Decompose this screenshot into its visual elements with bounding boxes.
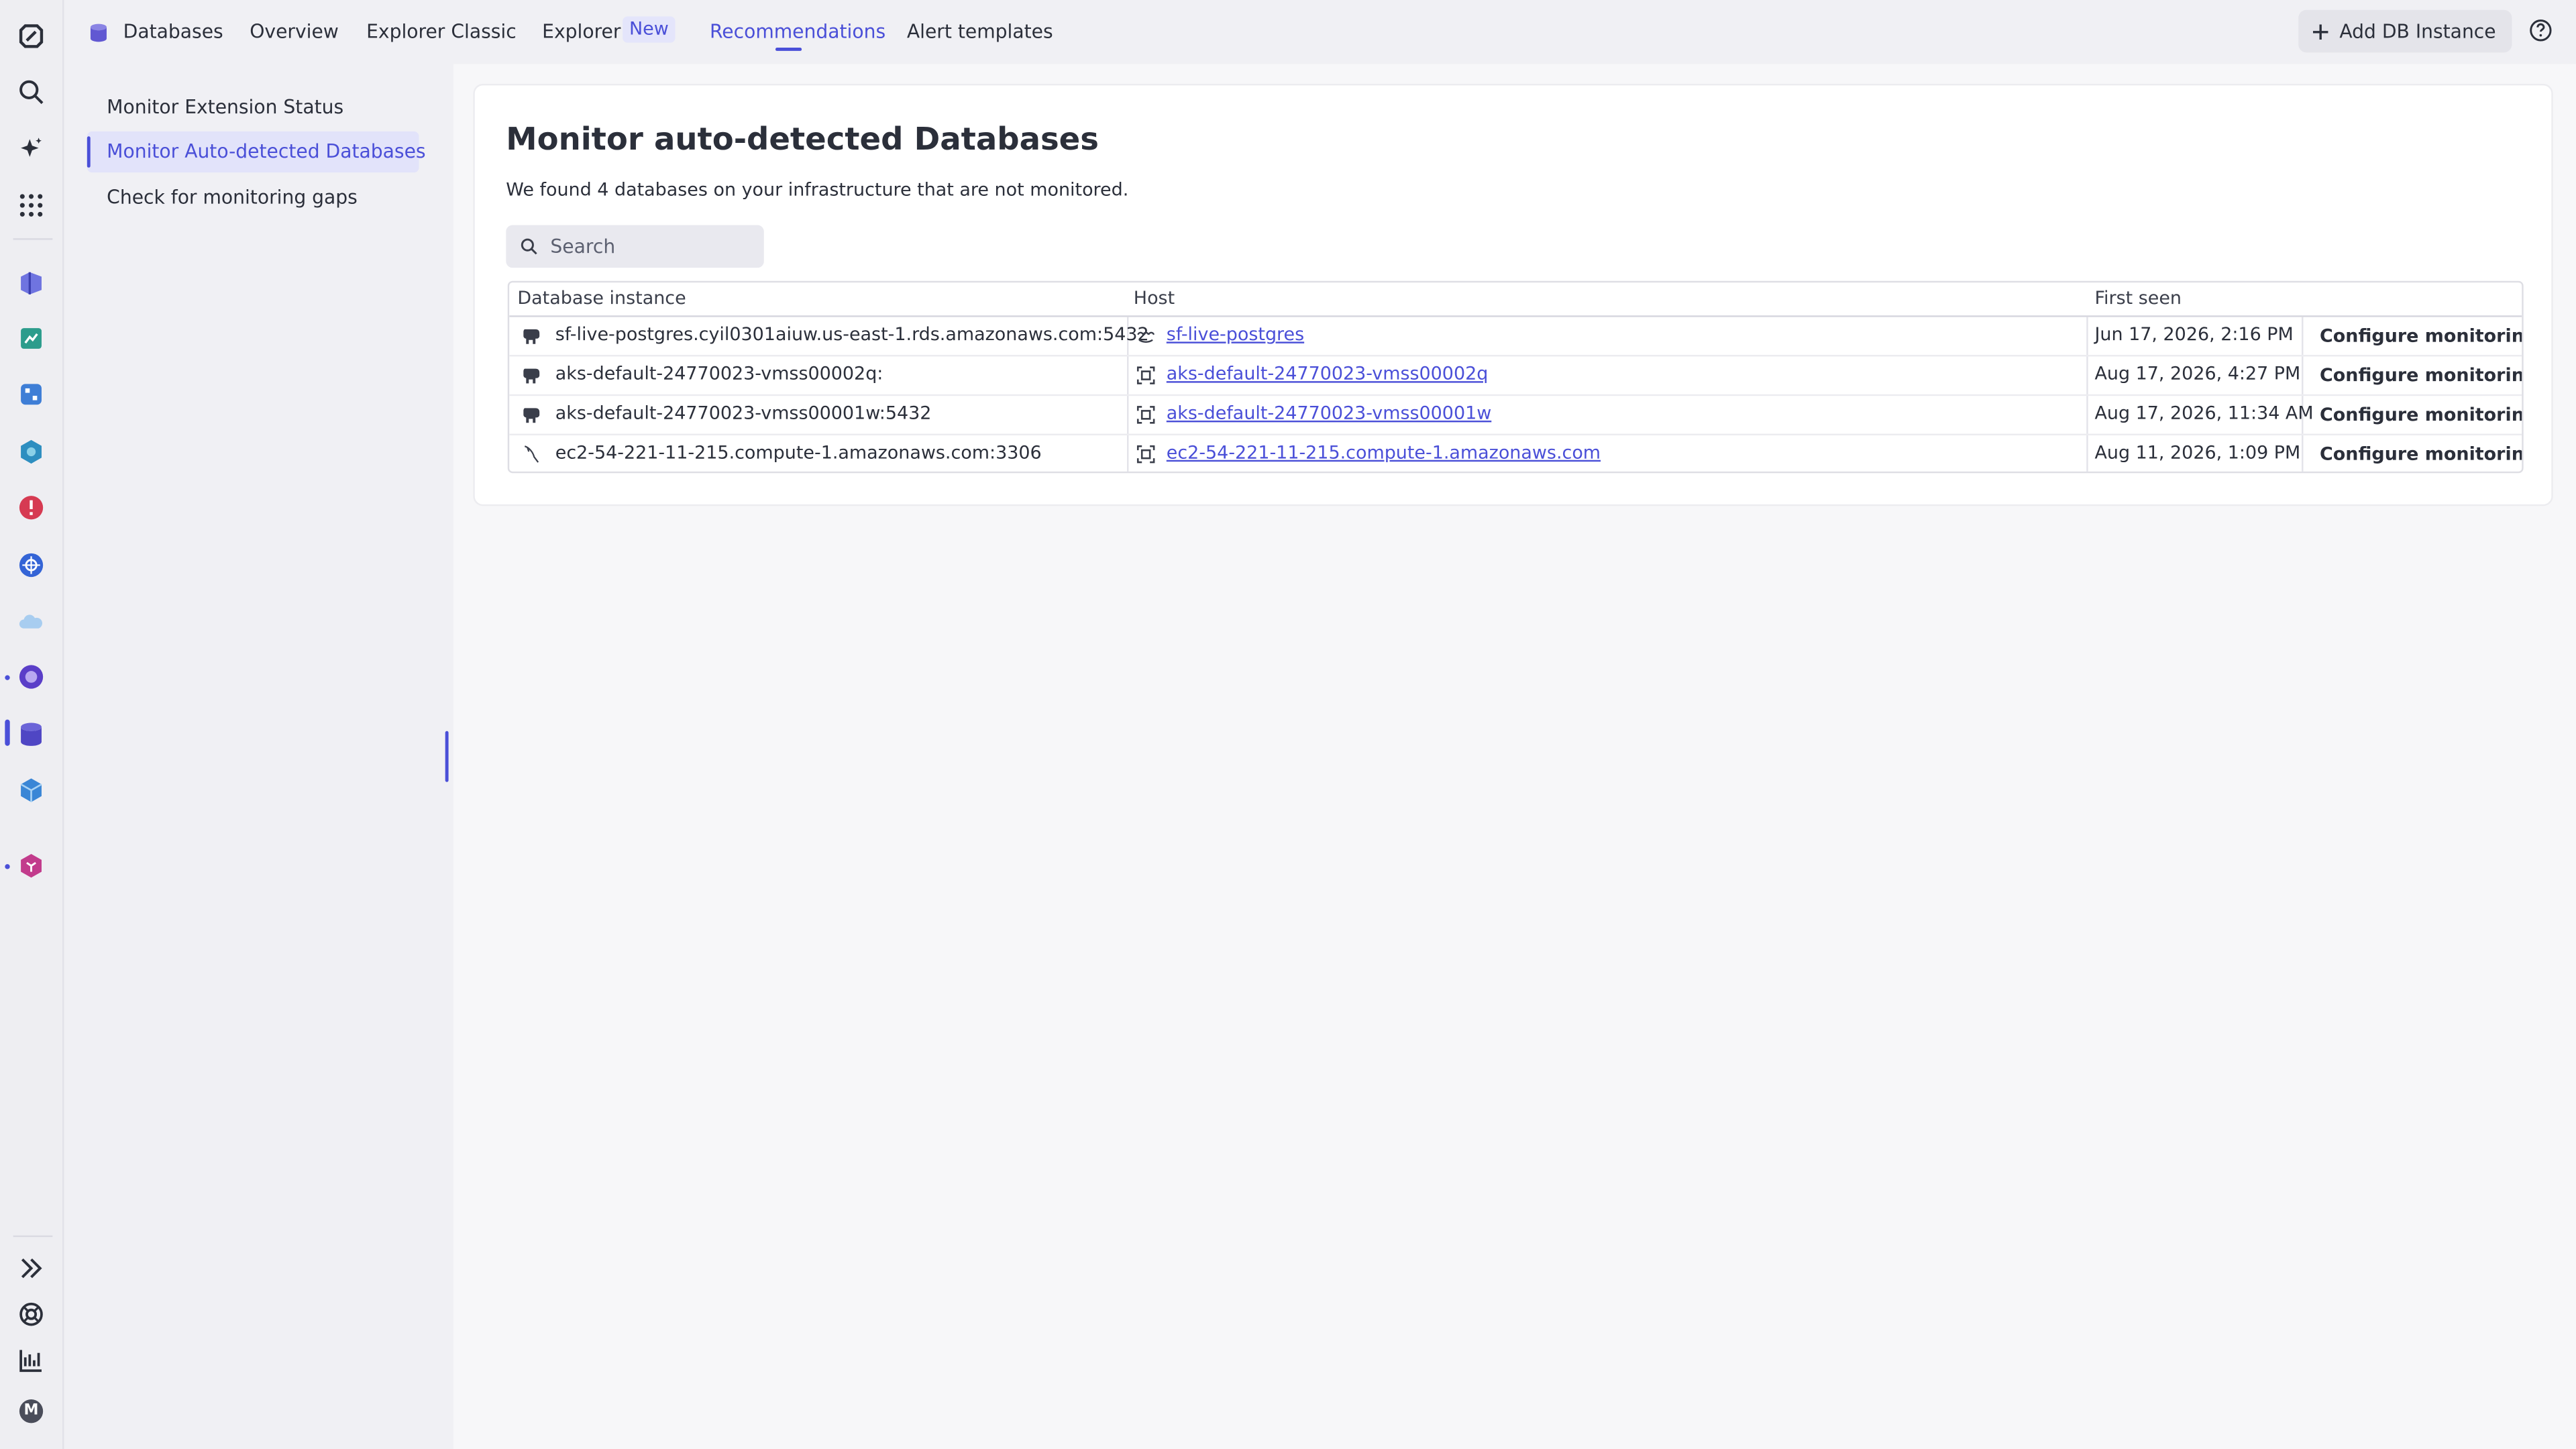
first-seen-date: Aug 17, 2026, 11:34 AM — [2094, 402, 2314, 424]
column-header-database-instance[interactable]: Database instance — [517, 288, 686, 309]
host-link[interactable]: ec2-54-221-11-215.compute-1.amazonaws.co… — [1167, 442, 1601, 464]
tab-overview[interactable]: Overview — [250, 19, 339, 42]
first-seen-date: Aug 11, 2026, 1:09 PM — [2094, 441, 2301, 464]
workflows-app-icon[interactable] — [13, 376, 50, 413]
search-icon — [521, 238, 537, 255]
configure-monitoring-button[interactable]: Configure monitoring — [2310, 322, 2522, 352]
help-icon[interactable] — [2528, 18, 2555, 44]
dynatrace-logo-icon[interactable] — [13, 18, 50, 54]
host-icon — [1136, 406, 1155, 424]
host-link[interactable]: aks-default-24770023-vmss00002q — [1167, 363, 1489, 384]
recommendations-side-nav: Monitor Extension Status Monitor Auto-de… — [64, 64, 452, 1449]
app-rail: M — [0, 0, 64, 1449]
database-instance-name: sf-live-postgres.cyil0301aiuw.us-east-1.… — [555, 323, 1149, 345]
postgres-elephant-icon — [523, 329, 540, 344]
rail-divider — [13, 1235, 53, 1238]
app-name[interactable]: Databases — [123, 19, 223, 42]
kubernetes-app-icon[interactable] — [13, 547, 50, 584]
add-db-instance-button[interactable]: Add DB Instance — [2298, 9, 2513, 53]
host-icon — [1136, 445, 1155, 464]
database-instance-name: aks-default-24770023-vmss00002q: — [555, 363, 883, 385]
column-header-host[interactable]: Host — [1134, 288, 1175, 309]
database-instance-name: ec2-54-221-11-215.compute-1.amazonaws.co… — [555, 441, 1042, 464]
tab-explorer-classic[interactable]: Explorer Classic — [366, 19, 517, 42]
postgres-elephant-icon — [523, 408, 540, 423]
support-lifebuoy-icon[interactable] — [13, 1296, 50, 1332]
tab-recommendations[interactable]: Recommendations — [710, 19, 885, 42]
new-badge: New — [623, 16, 676, 43]
configure-monitoring-button[interactable]: Configure monitoring — [2310, 440, 2522, 470]
table-row: aks-default-24770023-vmss00001w:5432 aks… — [509, 396, 2522, 435]
first-seen-date: Jun 17, 2026, 2:16 PM — [2094, 323, 2294, 345]
services-app-icon[interactable] — [13, 659, 50, 695]
problems-app-icon[interactable] — [13, 490, 50, 526]
rail-indicator-dot — [5, 675, 10, 680]
mysql-dolphin-icon — [524, 445, 539, 463]
user-avatar[interactable]: M — [13, 1393, 50, 1430]
postgres-elephant-icon — [523, 368, 540, 384]
add-db-instance-label: Add DB Instance — [2339, 19, 2496, 43]
infrastructure-app-icon[interactable] — [13, 434, 50, 470]
app-window: M Databases Overview Explorer Classic Ex… — [0, 0, 2576, 1449]
table-row: ec2-54-221-11-215.compute-1.amazonaws.co… — [509, 435, 2522, 472]
notebooks-app-icon[interactable] — [13, 321, 50, 357]
search-icon[interactable] — [13, 74, 50, 110]
expand-chevrons-icon[interactable] — [13, 1250, 50, 1287]
nav-check-for-monitoring-gaps[interactable]: Check for monitoring gaps — [87, 177, 419, 218]
aws-icon — [1137, 331, 1155, 343]
apps-grid-icon[interactable] — [13, 187, 50, 223]
rail-divider — [13, 238, 53, 240]
dashboards-app-icon[interactable] — [13, 264, 50, 301]
usage-chart-icon[interactable] — [13, 1342, 50, 1379]
host-icon — [1136, 366, 1155, 384]
top-nav-bar: Databases Overview Explorer Classic Expl… — [64, 0, 2576, 64]
user-avatar-initial: M — [23, 1403, 39, 1419]
active-tab-indicator — [775, 48, 802, 51]
host-link[interactable]: aks-default-24770023-vmss00001w — [1167, 402, 1491, 424]
rail-active-indicator — [5, 719, 10, 746]
rail-indicator-dot — [5, 864, 10, 869]
plus-icon — [2312, 23, 2328, 39]
configure-monitoring-button[interactable]: Configure monitoring — [2310, 401, 2522, 431]
database-instance-name: aks-default-24770023-vmss00001w:5432 — [555, 402, 932, 424]
nav-monitor-auto-detected-databases[interactable]: Monitor Auto-detected Databases — [87, 131, 426, 173]
page-title: Monitor auto-detected Databases — [506, 121, 1099, 158]
column-header-first-seen[interactable]: First seen — [2094, 288, 2182, 309]
auto-detected-databases-card: Monitor auto-detected Databases We found… — [473, 83, 2553, 506]
search-box[interactable] — [506, 225, 764, 268]
table-header: Database instance Host First seen — [509, 282, 2522, 317]
first-seen-date: Aug 17, 2026, 4:27 PM — [2094, 363, 2301, 385]
extensions-app-icon[interactable] — [13, 848, 50, 884]
databases-table: Database instance Host First seen sf-liv… — [507, 280, 2524, 474]
main-content: Monitor auto-detected Databases We found… — [453, 64, 2576, 1449]
hosts-app-icon[interactable] — [13, 772, 50, 808]
table-row: aks-default-24770023-vmss00002q: aks-def… — [509, 356, 2522, 396]
host-link[interactable]: sf-live-postgres — [1167, 323, 1304, 345]
databases-app-badge-icon — [87, 19, 110, 42]
clouds-app-icon[interactable] — [13, 603, 50, 639]
page-subtitle: We found 4 databases on your infrastruct… — [506, 178, 1129, 201]
panel-resize-handle[interactable] — [445, 731, 449, 782]
tab-explorer[interactable]: Explorer — [542, 19, 621, 42]
sparkle-ai-icon[interactable] — [13, 131, 50, 168]
nav-monitor-extension-status[interactable]: Monitor Extension Status — [87, 87, 419, 128]
table-row: sf-live-postgres.cyil0301aiuw.us-east-1.… — [509, 317, 2522, 357]
tab-alert-templates[interactable]: Alert templates — [907, 19, 1053, 42]
configure-monitoring-button[interactable]: Configure monitoring — [2310, 362, 2522, 391]
search-input[interactable] — [550, 235, 748, 258]
databases-app-icon[interactable] — [13, 716, 50, 753]
